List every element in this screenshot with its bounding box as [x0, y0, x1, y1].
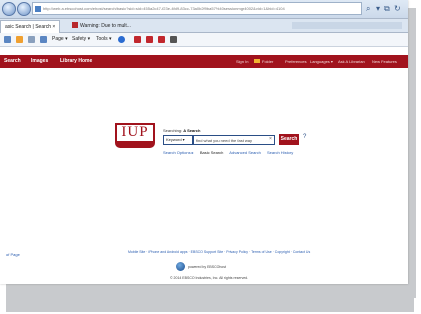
forward-icon[interactable]: [17, 2, 31, 16]
tab-bar: asic Search | Search × Warning: Due to m…: [0, 19, 408, 33]
pdf-icon[interactable]: [158, 36, 165, 43]
search-icon[interactable]: ⌕: [366, 3, 370, 14]
url-field[interactable]: http://web.a.ebscohost.com/ehost/search/…: [32, 2, 362, 15]
searching-label: Searching: A Search: [163, 128, 200, 133]
search-options-row: Search Options ▸ Basic Search Advanced S…: [163, 150, 298, 155]
browser-window: http://web.a.ebscohost.com/ehost/search/…: [0, 0, 408, 284]
page-shadow-bottom: [6, 282, 414, 312]
safety-menu[interactable]: Safety ▾: [72, 33, 90, 46]
tab-label: asic Search | Search ×: [5, 24, 56, 30]
folder-icon: [254, 59, 260, 63]
footer-links[interactable]: Mobile Site · iPhone and Android apps · …: [128, 250, 310, 254]
new-features-link[interactable]: New Features: [372, 55, 397, 68]
command-bar: Page ▾ Safety ▾ Tools ▾: [0, 33, 408, 47]
tab-bar-filler: [292, 22, 402, 29]
page-menu[interactable]: Page ▾: [52, 33, 68, 46]
keyword-select[interactable]: Keyword ▾: [163, 135, 193, 145]
site-favicon-icon: [35, 6, 41, 12]
page-shadow: [408, 8, 416, 298]
help-icon[interactable]: ?: [303, 134, 306, 140]
print-icon[interactable]: [40, 36, 47, 43]
url-prefix: http://web.a.ebscohost.com/ehost/search/…: [43, 6, 136, 11]
tab-label: Warning: Due to mult...: [80, 23, 131, 29]
refresh-icon[interactable]: ↻: [394, 3, 401, 14]
preferences-link[interactable]: Preferences: [285, 55, 307, 68]
sign-in-link[interactable]: Sign In: [236, 55, 248, 68]
ask-librarian-link[interactable]: Ask A Librarian: [338, 55, 365, 68]
home-icon[interactable]: [4, 36, 11, 43]
search-input[interactable]: [193, 135, 275, 145]
compat-icon[interactable]: ⧉: [384, 3, 390, 14]
tab-favicon-icon: [72, 22, 78, 28]
clear-icon[interactable]: ×: [269, 136, 272, 142]
url-rest: sid=455a2c47-f23e-4fd9-83cc-73a0b2f9ba57…: [135, 6, 285, 11]
basic-search-link[interactable]: Basic Search: [200, 150, 224, 155]
ebsco-logo-icon: [176, 262, 185, 271]
top-of-page-link[interactable]: of Page: [6, 252, 20, 257]
search-options-link[interactable]: Search Options ▸: [163, 150, 194, 155]
tab-ebsco[interactable]: asic Search | Search ×: [0, 20, 61, 33]
tab-warning[interactable]: Warning: Due to mult...: [68, 20, 135, 32]
mail-icon[interactable]: [28, 36, 35, 43]
languages-link[interactable]: Languages ▾: [310, 55, 333, 68]
site-header: Search Images Library Home Sign In Folde…: [0, 55, 408, 68]
folder-link[interactable]: Folder: [262, 55, 273, 68]
back-icon[interactable]: [2, 2, 16, 16]
iup-logo: IUP: [115, 123, 155, 143]
advanced-search-link[interactable]: Advanced Search: [229, 150, 261, 155]
help-icon[interactable]: [118, 36, 125, 43]
nav-search[interactable]: Search: [4, 55, 21, 68]
nav-library-home[interactable]: Library Home: [60, 55, 92, 68]
search-history-link[interactable]: Search History: [267, 150, 293, 155]
copyright: © 2014 EBSCO Industries, Inc. All rights…: [170, 276, 249, 280]
iup-logo-swoosh: [115, 143, 155, 148]
feeds-icon[interactable]: [16, 36, 23, 43]
dropdown-icon[interactable]: ▾: [376, 3, 380, 14]
addon-icon[interactable]: [170, 36, 177, 43]
nav-images[interactable]: Images: [31, 55, 48, 68]
pdf-icon[interactable]: [134, 36, 141, 43]
address-bar: http://web.a.ebscohost.com/ehost/search/…: [0, 0, 408, 19]
pdf-icon[interactable]: [146, 36, 153, 43]
searching-target: A Search: [183, 128, 201, 133]
powered-by: powered by EBSCOhost: [188, 265, 226, 269]
searching-text: Searching:: [163, 128, 183, 133]
search-button[interactable]: Search: [279, 134, 299, 145]
tools-menu[interactable]: Tools ▾: [96, 33, 112, 46]
